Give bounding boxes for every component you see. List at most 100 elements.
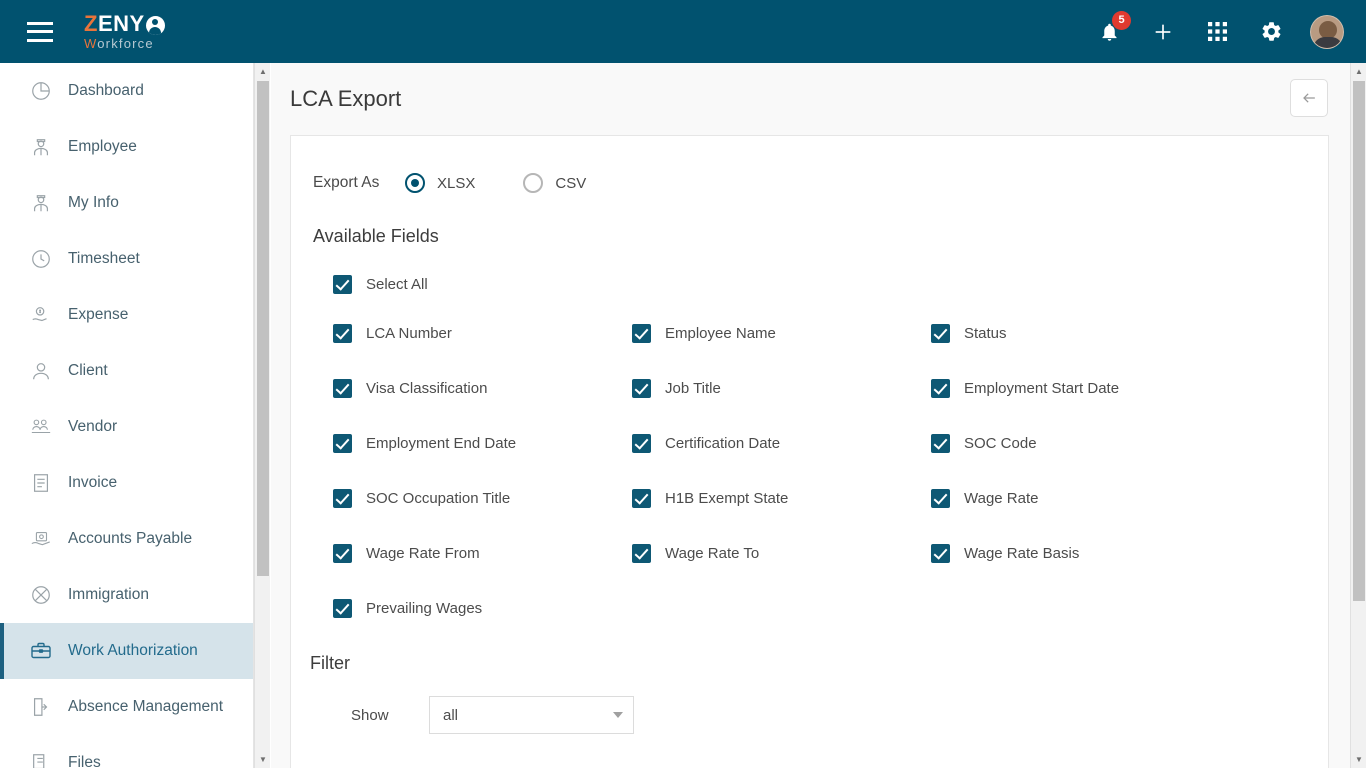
sidebar-item-accounts-payable[interactable]: Accounts Payable (0, 511, 253, 567)
field-row-soc-occupation-title[interactable]: SOC Occupation Title (333, 489, 632, 508)
checkbox-soc-code[interactable] (931, 434, 950, 453)
select-all-checkbox-row[interactable]: Select All (291, 275, 1328, 294)
available-fields-title: Available Fields (313, 226, 439, 246)
scroll-down-arrow-icon[interactable]: ▼ (1351, 751, 1366, 768)
sidebar-item-label: Expense (68, 306, 129, 323)
briefcase-icon (26, 638, 56, 664)
filter-show-dropdown[interactable]: all (429, 696, 634, 734)
bell-icon[interactable]: 5 (1094, 10, 1131, 47)
sidebar-item-immigration[interactable]: Immigration (0, 567, 253, 623)
back-button[interactable] (1290, 79, 1328, 117)
sidebar-item-absence-management[interactable]: Absence Management (0, 679, 253, 735)
top-header: Z ENY Workforce 5 (0, 0, 1366, 63)
checkbox-certification-date[interactable] (632, 434, 651, 453)
scroll-down-arrow-icon[interactable]: ▼ (255, 751, 271, 768)
export-form-card: Export As XLSX CSV Available Fields Sele… (290, 135, 1329, 768)
field-label: Wage Rate (964, 490, 1039, 507)
export-as-row: Export As XLSX CSV (291, 164, 1328, 202)
field-row-employee-name[interactable]: Employee Name (632, 324, 931, 343)
main-scrollbar[interactable]: ▲ ▼ (1350, 63, 1366, 768)
field-row-job-title[interactable]: Job Title (632, 379, 931, 398)
radio-option-xlsx[interactable]: XLSX (405, 173, 523, 193)
checkbox-soc-occupation-title[interactable] (333, 489, 352, 508)
sidebar-item-dashboard[interactable]: Dashboard (0, 63, 253, 119)
hamburger-menu-icon[interactable] (27, 21, 53, 42)
chevron-down-icon (613, 712, 623, 718)
filter-section-title: Filter (310, 653, 350, 673)
field-label: SOC Occupation Title (366, 490, 511, 507)
clock-icon (26, 246, 56, 272)
checkbox-wage-rate[interactable] (931, 489, 950, 508)
sidebar-item-invoice[interactable]: Invoice (0, 455, 253, 511)
sidebar-item-label: Dashboard (68, 82, 144, 99)
checkbox-status[interactable] (931, 324, 950, 343)
field-label: Wage Rate From (366, 545, 480, 562)
field-row-wage-rate-basis[interactable]: Wage Rate Basis (931, 544, 1328, 563)
field-row-prevailing-wages[interactable]: Prevailing Wages (333, 599, 632, 618)
checkbox-employee-name[interactable] (632, 324, 651, 343)
sidebar-item-label: Immigration (68, 586, 149, 603)
checkbox-wage-rate-to[interactable] (632, 544, 651, 563)
scroll-up-arrow-icon[interactable]: ▲ (1351, 63, 1366, 80)
sidebar-item-expense[interactable]: Expense (0, 287, 253, 343)
scroll-up-arrow-icon[interactable]: ▲ (255, 63, 271, 80)
checkbox-job-title[interactable] (632, 379, 651, 398)
field-row-visa-classification[interactable]: Visa Classification (333, 379, 632, 398)
field-label: Employee Name (665, 325, 776, 342)
checkbox-visa-classification[interactable] (333, 379, 352, 398)
sidebar-item-my-info[interactable]: My Info (0, 175, 253, 231)
checkbox-wage-rate-basis[interactable] (931, 544, 950, 563)
sidebar-nav: Dashboard Employee My Info Timesheet Exp… (0, 63, 254, 768)
gear-icon[interactable] (1256, 17, 1286, 47)
main-scroll-thumb[interactable] (1353, 81, 1365, 601)
sidebar-item-label: Accounts Payable (68, 530, 193, 547)
field-row-soc-code[interactable]: SOC Code (931, 434, 1328, 453)
field-row-employment-end-date[interactable]: Employment End Date (333, 434, 632, 453)
apps-grid-icon[interactable] (1202, 17, 1232, 47)
pie-chart-icon (26, 78, 56, 104)
sidebar-item-label: Work Authorization (68, 642, 198, 659)
accounts-payable-icon (26, 526, 56, 552)
checkbox-wage-rate-from[interactable] (333, 544, 352, 563)
header-actions: 5 (1094, 10, 1344, 49)
logo-text-w: W (84, 36, 98, 51)
door-exit-icon (26, 694, 56, 720)
field-row-wage-rate-from[interactable]: Wage Rate From (333, 544, 632, 563)
radio-button-xlsx[interactable] (405, 173, 425, 193)
available-fields-grid: LCA Number Employee Name Status Visa Cla… (291, 324, 1328, 618)
sidebar-item-files[interactable]: Files (0, 735, 253, 768)
checkbox-lca-number[interactable] (333, 324, 352, 343)
sidebar-item-employee[interactable]: Employee (0, 119, 253, 175)
field-row-status[interactable]: Status (931, 324, 1328, 343)
app-logo[interactable]: Z ENY Workforce (84, 13, 165, 50)
sidebar-item-label: Timesheet (68, 250, 140, 267)
sidebar-item-timesheet[interactable]: Timesheet (0, 231, 253, 287)
field-label: SOC Code (964, 435, 1037, 452)
sidebar-item-client[interactable]: Client (0, 343, 253, 399)
sidebar-scrollbar[interactable]: ▲ ▼ (254, 63, 270, 768)
field-row-lca-number[interactable]: LCA Number (333, 324, 632, 343)
checkbox-h1b-exempt-state[interactable] (632, 489, 651, 508)
field-row-certification-date[interactable]: Certification Date (632, 434, 931, 453)
field-row-wage-rate[interactable]: Wage Rate (931, 489, 1328, 508)
field-label: Job Title (665, 380, 721, 397)
field-label: Visa Classification (366, 380, 488, 397)
field-row-employment-start-date[interactable]: Employment Start Date (931, 379, 1328, 398)
field-row-wage-rate-to[interactable]: Wage Rate To (632, 544, 931, 563)
field-label: H1B Exempt State (665, 490, 789, 507)
checkbox-select-all[interactable] (333, 275, 352, 294)
checkbox-employment-start-date[interactable] (931, 379, 950, 398)
sidebar-scroll-thumb[interactable] (257, 81, 269, 576)
logo-person-circle-icon (145, 15, 165, 35)
field-row-h1b-exempt-state[interactable]: H1B Exempt State (632, 489, 931, 508)
checkbox-employment-end-date[interactable] (333, 434, 352, 453)
sidebar-item-vendor[interactable]: Vendor (0, 399, 253, 455)
radio-button-csv[interactable] (523, 173, 544, 193)
plus-icon[interactable] (1148, 17, 1178, 47)
checkbox-prevailing-wages[interactable] (333, 599, 352, 618)
logo-text-z: Z (84, 11, 98, 36)
avatar[interactable] (1310, 14, 1344, 49)
sidebar-item-work-authorization[interactable]: Work Authorization (0, 623, 253, 679)
radio-option-csv[interactable]: CSV (523, 173, 634, 193)
money-hand-icon (26, 302, 56, 328)
